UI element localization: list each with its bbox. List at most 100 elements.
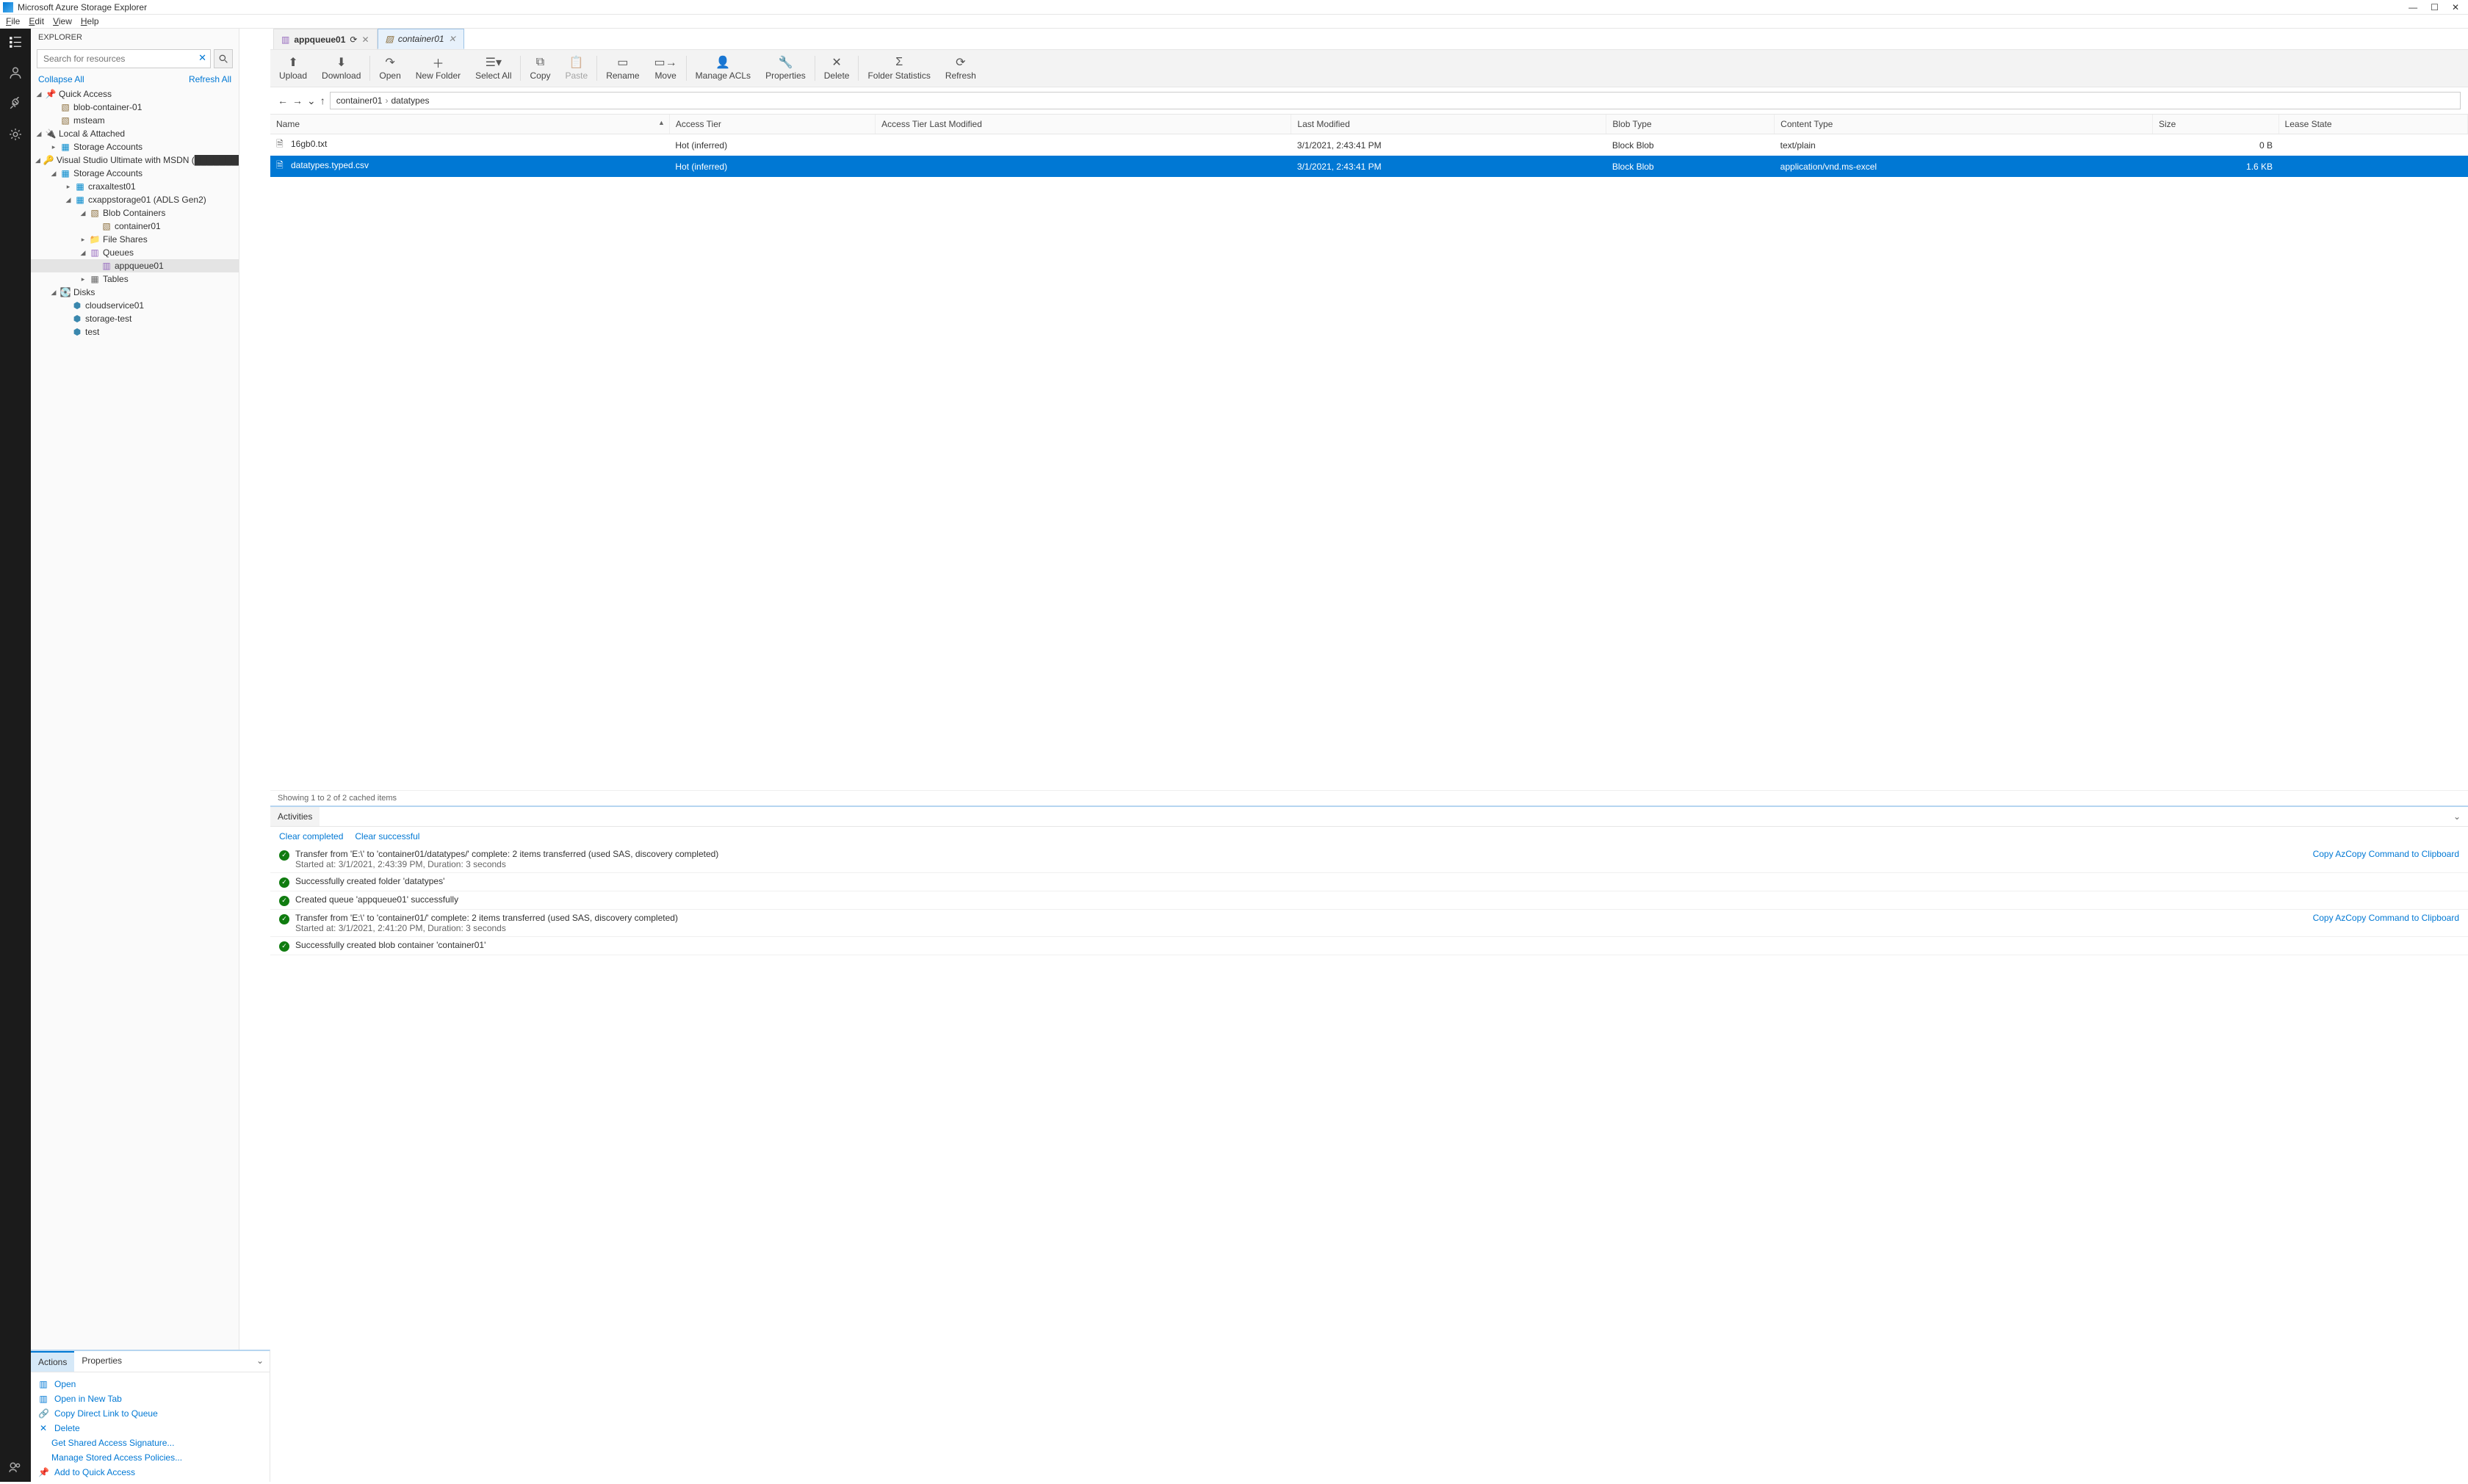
toolbar-label: Move xyxy=(654,70,676,81)
action-copy-direct-link-to-queue[interactable]: 🔗Copy Direct Link to Queue xyxy=(31,1406,270,1421)
column-lease-state[interactable]: Lease State xyxy=(2278,115,2467,134)
tree-file-shares[interactable]: ▸📁 File Shares xyxy=(31,233,239,246)
toolbar-label: Delete xyxy=(824,70,850,81)
tree-tables[interactable]: ▸▦ Tables xyxy=(31,272,239,286)
crumb-separator-icon: › xyxy=(385,95,388,106)
tree-disks[interactable]: ◢💽 Disks xyxy=(31,286,239,299)
copy-azcopy-link[interactable]: Copy AzCopy Command to Clipboard xyxy=(2313,849,2459,859)
tree-storage-accounts[interactable]: ◢▦ Storage Accounts xyxy=(31,167,239,180)
tree-disk-item[interactable]: ⬢ test xyxy=(31,325,239,339)
tree-container01[interactable]: ▧ container01 xyxy=(31,220,239,233)
menu-edit[interactable]: Edit xyxy=(29,16,44,26)
tree-qa-item[interactable]: ▧ msteam xyxy=(31,114,239,127)
tree-quick-access[interactable]: ◢📌 Quick Access xyxy=(31,87,239,101)
tree-sa-craxaltest01[interactable]: ▸▦ craxaltest01 xyxy=(31,180,239,193)
explorer-panel: EXPLORER ✕ Collapse All Refresh All ◢📌 Q… xyxy=(31,29,239,1350)
tree-subscription[interactable]: ◢🔑 Visual Studio Ultimate with MSDN (███… xyxy=(31,153,239,167)
action-get-shared-access-signature-[interactable]: Get Shared Access Signature... xyxy=(31,1436,270,1450)
action-manage-stored-access-policies-[interactable]: Manage Stored Access Policies... xyxy=(31,1450,270,1465)
tab-appqueue01[interactable]: ▥ appqueue01 ⟳ ✕ xyxy=(273,29,378,49)
nav-dropdown-icon[interactable]: ⌄ xyxy=(307,95,316,107)
search-button[interactable] xyxy=(214,49,233,68)
nav-forward-icon[interactable]: → xyxy=(292,95,303,107)
toolbar-select-all-button[interactable]: ☰▾Select All xyxy=(468,53,519,84)
activity-connect-icon[interactable] xyxy=(7,95,24,112)
menu-view[interactable]: View xyxy=(53,16,72,26)
toolbar-open-button[interactable]: ↷Open xyxy=(372,53,408,84)
tab-actions[interactable]: Actions xyxy=(31,1351,74,1372)
clear-successful-link[interactable]: Clear successful xyxy=(355,831,419,841)
activity-account-icon[interactable] xyxy=(7,64,24,82)
close-button[interactable]: ✕ xyxy=(2452,2,2459,12)
tab-container01[interactable]: ▧ container01 ✕ xyxy=(378,29,464,49)
nav-back-icon[interactable]: ← xyxy=(278,95,288,107)
activity-explorer-icon[interactable] xyxy=(7,33,24,51)
minimize-button[interactable]: — xyxy=(2409,2,2417,12)
tree-local-attached[interactable]: ◢🔌 Local & Attached xyxy=(31,127,239,140)
maximize-button[interactable]: ☐ xyxy=(2431,2,2439,12)
column-content-type[interactable]: Content Type xyxy=(1775,115,2153,134)
menu-file[interactable]: File xyxy=(6,16,20,26)
toolbar-new-folder-button[interactable]: ＋New Folder xyxy=(408,53,468,84)
tree-qa-item[interactable]: ▧ blob-container-01 xyxy=(31,101,239,114)
crumb-segment[interactable]: datatypes xyxy=(391,95,429,106)
toolbar-delete-button[interactable]: ✕Delete xyxy=(817,53,857,84)
toolbar-label: Manage ACLs xyxy=(696,70,751,81)
toolbar-upload-button[interactable]: ⬆Upload xyxy=(272,53,314,84)
menu-help[interactable]: Help xyxy=(81,16,99,26)
crumb-segment[interactable]: container01 xyxy=(336,95,383,106)
tree-la-storage[interactable]: ▸▦ Storage Accounts xyxy=(31,140,239,153)
refresh-all-link[interactable]: Refresh All xyxy=(189,74,231,84)
clear-completed-link[interactable]: Clear completed xyxy=(279,831,343,841)
toolbar-refresh-button[interactable]: ⟳Refresh xyxy=(938,53,984,84)
toolbar-rename-button[interactable]: ▭Rename xyxy=(599,53,646,84)
tree-blob-containers[interactable]: ◢▧ Blob Containers xyxy=(31,206,239,220)
toolbar-manage-acls-button[interactable]: 👤Manage ACLs xyxy=(688,53,758,84)
column-access-tier[interactable]: Access Tier xyxy=(669,115,875,134)
column-last-modified[interactable]: Last Modified xyxy=(1291,115,1606,134)
close-tab-icon[interactable]: ✕ xyxy=(449,34,456,44)
activity-feedback-icon[interactable] xyxy=(7,1458,24,1476)
toolbar-properties-button[interactable]: 🔧Properties xyxy=(758,53,813,84)
explorer-tree: ◢📌 Quick Access ▧ blob-container-01 ▧ ms… xyxy=(31,87,239,1350)
column-name[interactable]: Name▲ xyxy=(270,115,669,134)
toolbar-copy-button[interactable]: ⧉Copy xyxy=(522,53,558,84)
copy-azcopy-link[interactable]: Copy AzCopy Command to Clipboard xyxy=(2313,913,2459,923)
close-tab-icon[interactable]: ✕ xyxy=(361,35,369,45)
column-blob-type[interactable]: Blob Type xyxy=(1606,115,1775,134)
activities-tab[interactable]: Activities xyxy=(270,807,320,826)
nav-up-icon[interactable]: ↑ xyxy=(320,95,325,107)
toolbar-move-button[interactable]: ▭→Move xyxy=(647,53,685,84)
search-input[interactable] xyxy=(37,49,211,68)
tree-disk-item[interactable]: ⬢ storage-test xyxy=(31,312,239,325)
activity-settings-icon[interactable] xyxy=(7,126,24,143)
toolbar-label: Open xyxy=(379,70,400,81)
toolbar-folder-statistics-button[interactable]: ΣFolder Statistics xyxy=(860,53,937,84)
select-all-icon: ☰▾ xyxy=(486,56,502,69)
breadcrumb[interactable]: container01 › datatypes xyxy=(330,92,2461,109)
panel-chevron-icon[interactable]: ⌄ xyxy=(250,1351,270,1372)
tree-appqueue01[interactable]: ▥ appqueue01 xyxy=(31,259,239,272)
table-row[interactable]: 🗎16gb0.txtHot (inferred)3/1/2021, 2:43:4… xyxy=(270,134,2468,156)
pin-icon: 📌 xyxy=(38,1467,48,1477)
action-delete[interactable]: ✕Delete xyxy=(31,1421,270,1436)
action-open-in-new-tab[interactable]: ▥Open in New Tab xyxy=(31,1391,270,1406)
tab-properties[interactable]: Properties xyxy=(74,1351,129,1372)
tree-disk-item[interactable]: ⬢ cloudservice01 xyxy=(31,299,239,312)
tree-label: File Shares xyxy=(103,234,148,245)
activity-item: ✓Transfer from 'E:\' to 'container01/dat… xyxy=(270,846,2468,873)
activities-chevron-icon[interactable]: ⌄ xyxy=(2446,807,2468,826)
table-row[interactable]: 🗎datatypes.typed.csvHot (inferred)3/1/20… xyxy=(270,156,2468,177)
activities-panel: Activities ⌄ Clear completed Clear succe… xyxy=(270,806,2468,1483)
action-label: Copy Direct Link to Queue xyxy=(54,1408,158,1419)
column-size[interactable]: Size xyxy=(2152,115,2278,134)
action-open[interactable]: ▥Open xyxy=(31,1377,270,1391)
column-access-tier-last-modified[interactable]: Access Tier Last Modified xyxy=(876,115,1291,134)
toolbar-download-button[interactable]: ⬇Download xyxy=(314,53,368,84)
tree-sa-cxappstorage01[interactable]: ◢▦ cxappstorage01 (ADLS Gen2) xyxy=(31,193,239,206)
tree-label: container01 xyxy=(115,221,161,231)
tree-queues[interactable]: ◢▥ Queues xyxy=(31,246,239,259)
action-add-to-quick-access[interactable]: 📌Add to Quick Access xyxy=(31,1465,270,1480)
clear-search-icon[interactable]: ✕ xyxy=(198,52,206,64)
collapse-all-link[interactable]: Collapse All xyxy=(38,74,84,84)
